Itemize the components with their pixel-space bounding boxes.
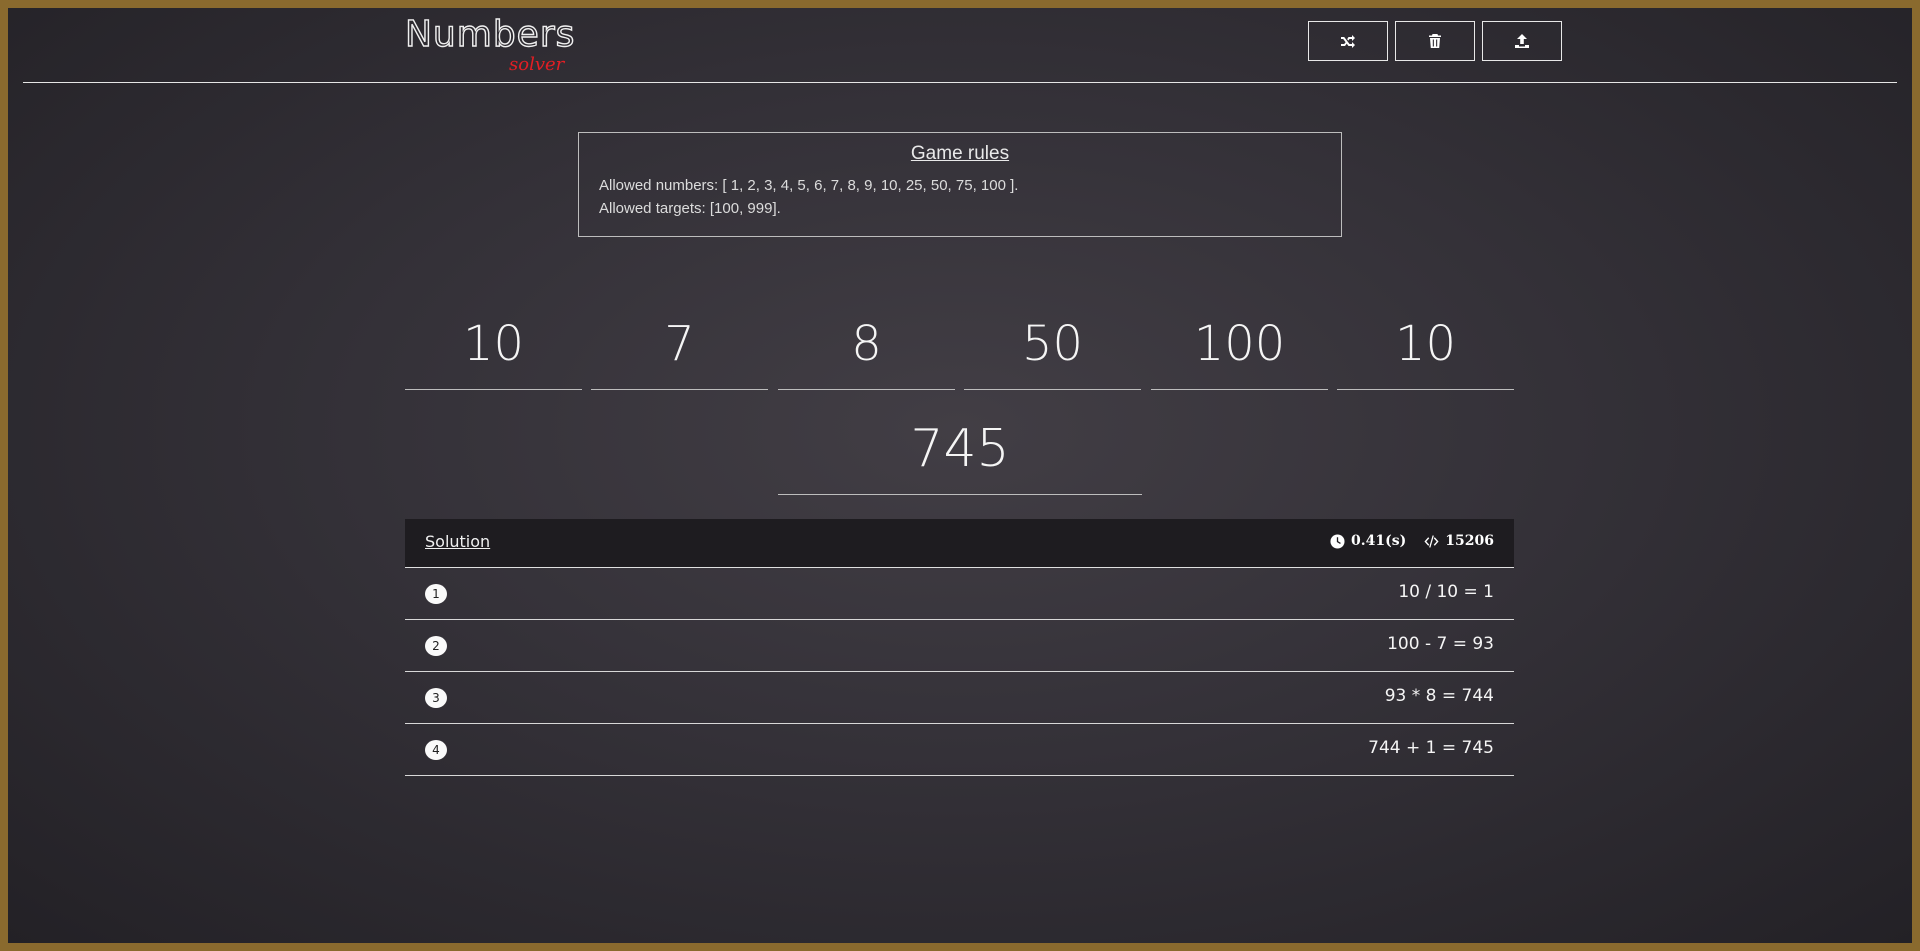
code-icon [1424, 534, 1439, 548]
step-number-badge: 1 [425, 584, 447, 604]
step-number-badge: 4 [425, 740, 447, 760]
target-input[interactable]: 745 [778, 403, 1142, 495]
logo: Numbers solver [404, 13, 576, 84]
solution-header: Solution 0.41(s) 15206 [405, 519, 1514, 568]
solution-table: Solution 0.41(s) 15206 1 10 / 10 = 1 2 1… [405, 519, 1514, 776]
trash-icon [1429, 34, 1441, 48]
number-inputs: 10 7 8 50 100 10 [405, 298, 1514, 390]
solution-title: Solution [425, 532, 491, 551]
number-input-2[interactable]: 7 [591, 298, 768, 390]
number-input-5[interactable]: 100 [1151, 298, 1328, 390]
step-expression: 93 * 8 = 744 [1384, 686, 1494, 706]
solution-stats: 0.41(s) 15206 [1330, 533, 1494, 549]
iteration-count: 15206 [1445, 533, 1494, 549]
step-number-badge: 3 [425, 688, 447, 708]
solution-step: 3 93 * 8 = 744 [405, 672, 1514, 724]
step-number-badge: 2 [425, 636, 447, 656]
solve-time: 0.41(s) [1351, 533, 1407, 549]
upload-icon [1515, 34, 1529, 48]
app-frame: Numbers solver Game rules Allowed number… [8, 8, 1912, 943]
shuffle-button[interactable] [1308, 21, 1388, 61]
logo-subtitle: solver [509, 54, 565, 75]
solution-step: 4 744 + 1 = 745 [405, 724, 1514, 776]
rules-title: Game rules [910, 143, 1010, 164]
clear-button[interactable] [1395, 21, 1475, 61]
step-expression: 100 - 7 = 93 [1387, 634, 1494, 654]
number-input-3[interactable]: 8 [778, 298, 955, 390]
upload-button[interactable] [1482, 21, 1562, 61]
allowed-numbers-text: Allowed numbers: [ 1, 2, 3, 4, 5, 6, 7, … [599, 177, 1019, 194]
shuffle-icon [1341, 35, 1355, 48]
step-expression: 10 / 10 = 1 [1398, 582, 1494, 602]
allowed-targets-text: Allowed targets: [100, 999]. [599, 200, 781, 217]
number-input-6[interactable]: 10 [1337, 298, 1514, 390]
step-expression: 744 + 1 = 745 [1368, 738, 1494, 758]
number-input-4[interactable]: 50 [964, 298, 1141, 390]
logo-title: Numbers [404, 13, 576, 55]
clock-icon [1330, 533, 1345, 549]
solution-step: 1 10 / 10 = 1 [405, 568, 1514, 620]
solution-step: 2 100 - 7 = 93 [405, 620, 1514, 672]
toolbar [1308, 21, 1562, 61]
game-rules-panel: Game rules Allowed numbers: [ 1, 2, 3, 4… [578, 132, 1342, 237]
header-divider [23, 82, 1897, 83]
number-input-1[interactable]: 10 [405, 298, 582, 390]
